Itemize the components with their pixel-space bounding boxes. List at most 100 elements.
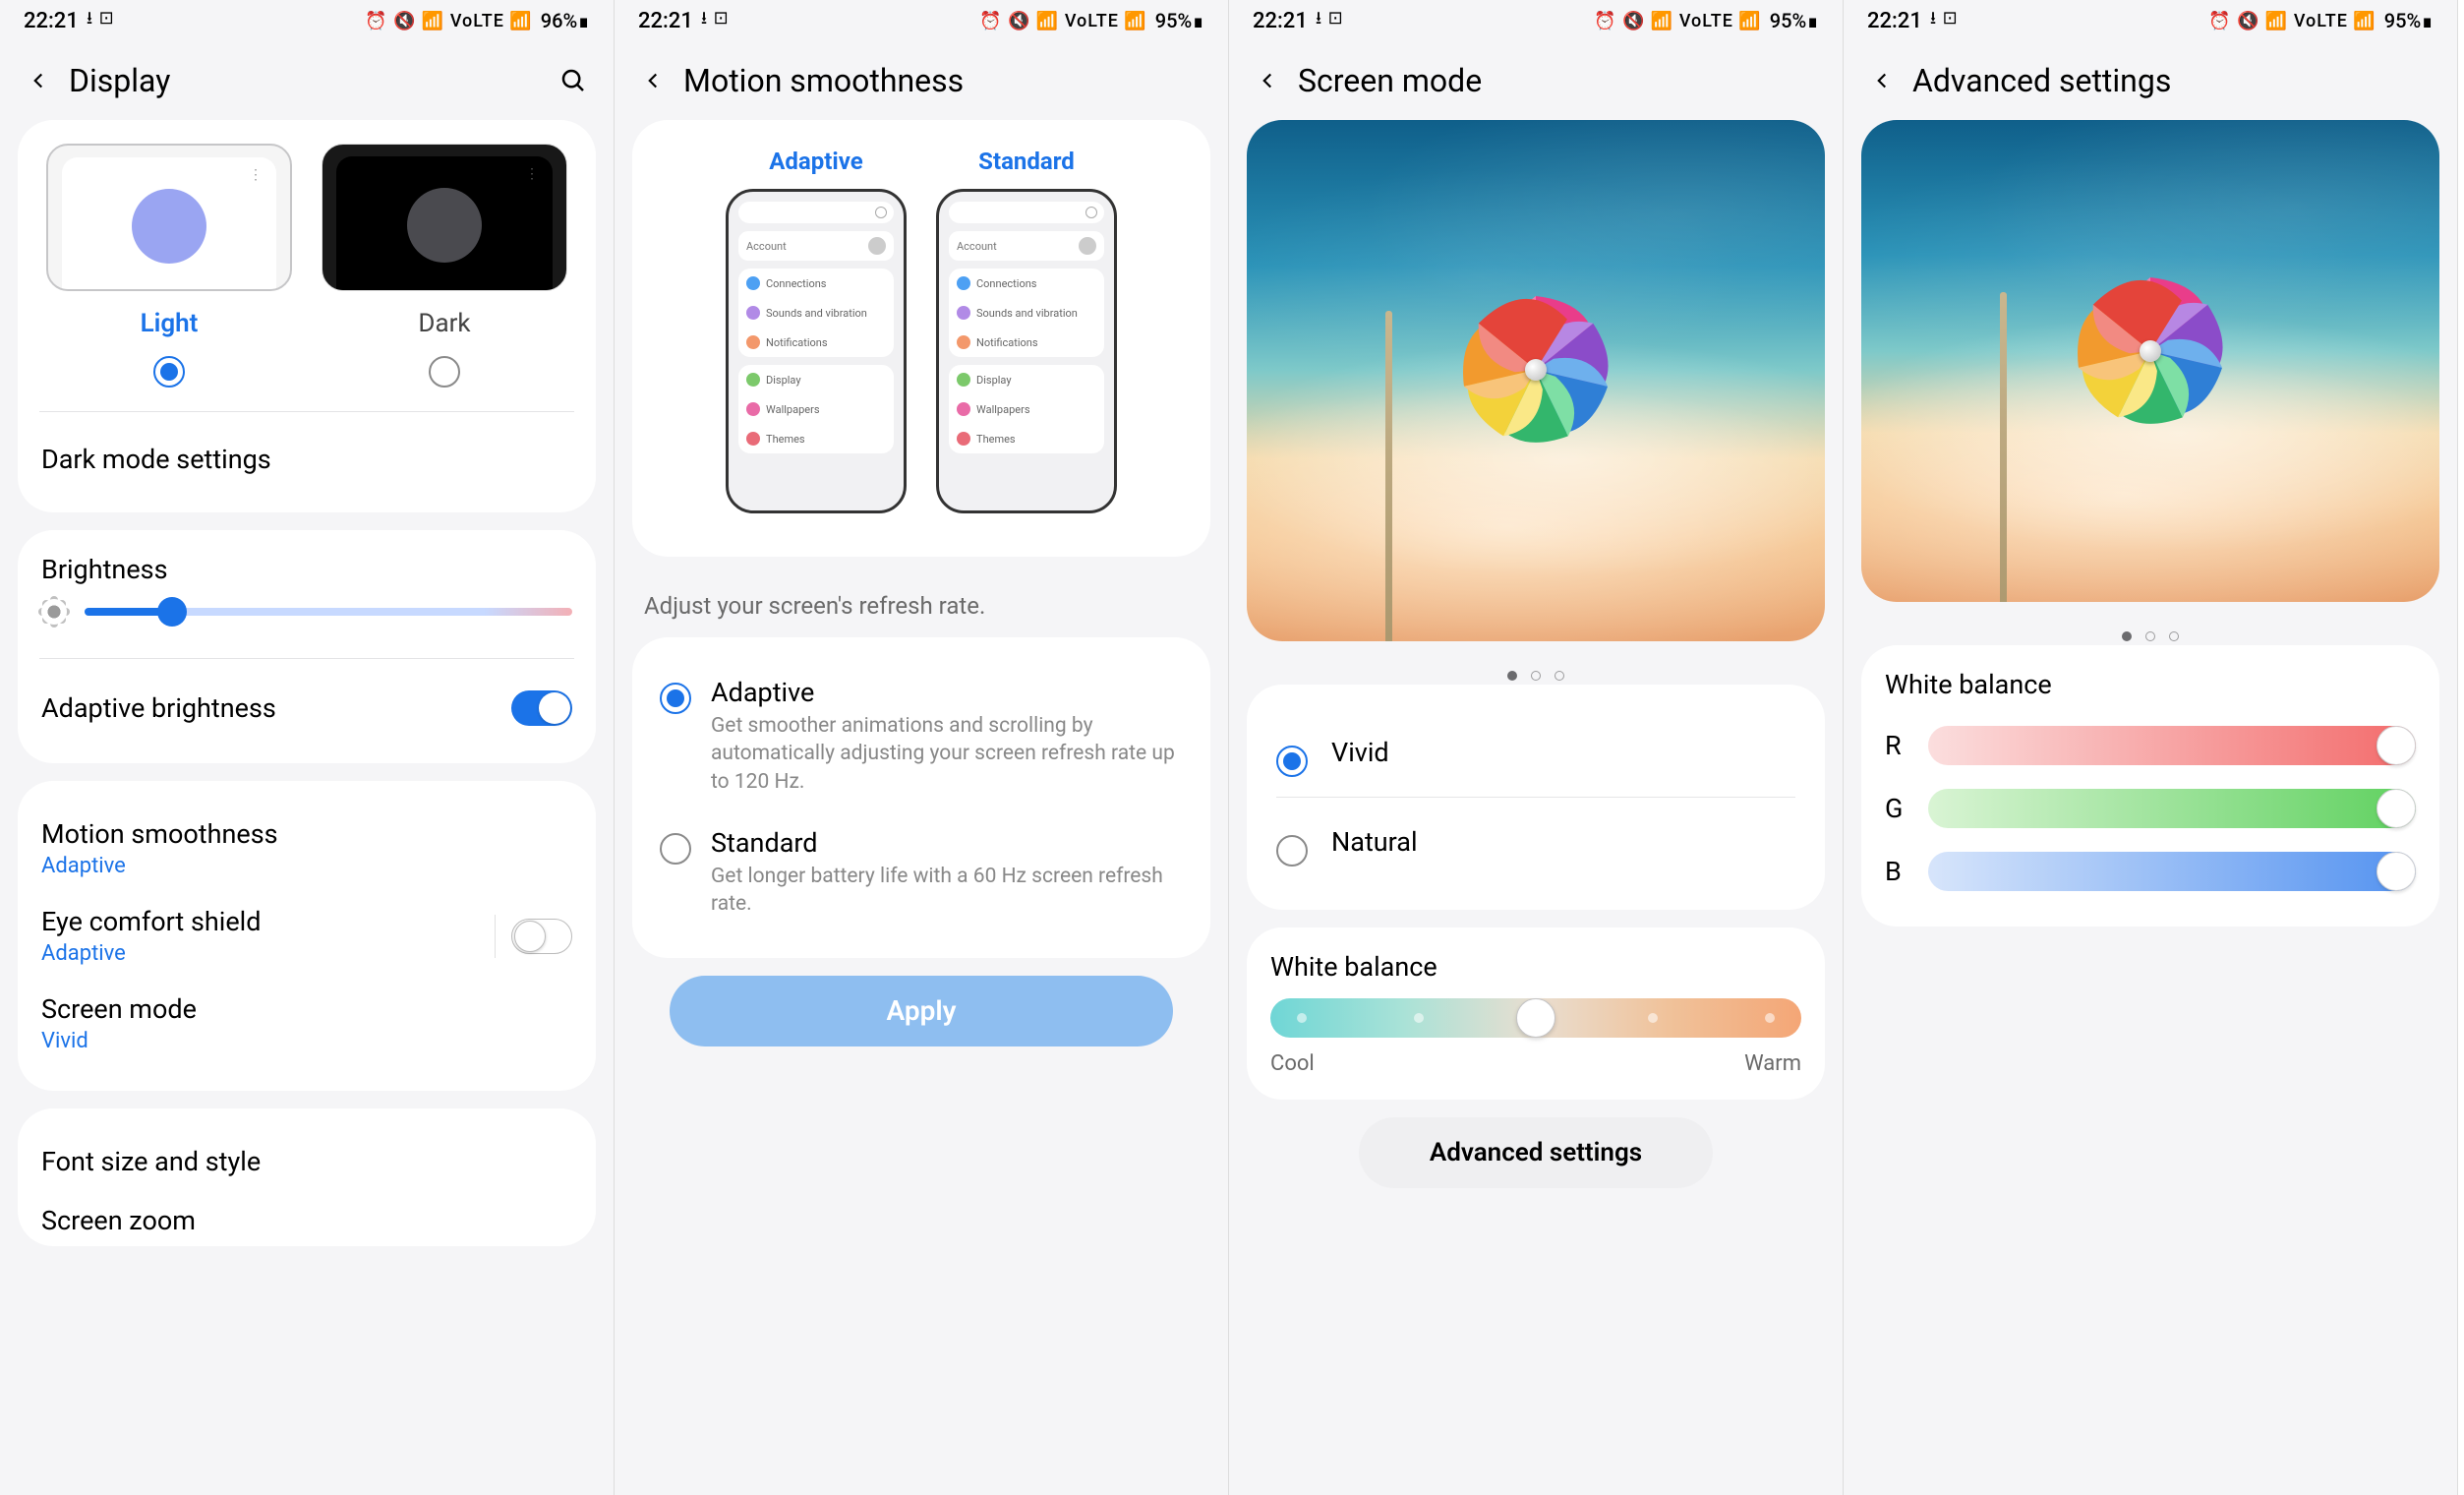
rgb-row-r: R bbox=[1885, 714, 2416, 777]
preview-phone-adaptive: Account Connections Sounds and vibration… bbox=[726, 189, 907, 513]
wb-warm-label: Warm bbox=[1744, 1051, 1801, 1076]
font-size-row[interactable]: Font size and style bbox=[41, 1132, 572, 1191]
status-battery: 95%∎ bbox=[2384, 9, 2434, 32]
slider-green-thumb[interactable] bbox=[2376, 789, 2416, 828]
adaptive-brightness-row[interactable]: Adaptive brightness bbox=[41, 677, 572, 740]
preview-image[interactable] bbox=[1861, 120, 2439, 602]
display-options-card: Motion smoothness Adaptive Eye comfort s… bbox=[18, 781, 596, 1091]
brightness-card: Brightness Adaptive brightness bbox=[18, 530, 596, 763]
screen-mode-row[interactable]: Screen mode Vivid bbox=[41, 980, 572, 1067]
status-left-icons: ⭳ ⊡ bbox=[1316, 6, 1344, 35]
back-icon[interactable] bbox=[24, 66, 53, 95]
option-vivid[interactable]: Vivid bbox=[1270, 708, 1801, 797]
white-balance-thumb[interactable] bbox=[1516, 998, 1555, 1038]
pinwheel-icon bbox=[1388, 222, 1683, 517]
status-bar: 22:21 ⭳ ⊡ ⏰ 🔇 📶 VoLTE 📶 95%∎ bbox=[1844, 0, 2457, 41]
radio-vivid[interactable] bbox=[1276, 746, 1308, 777]
motion-smoothness-row[interactable]: Motion smoothness Adaptive bbox=[41, 805, 572, 892]
brightness-label: Brightness bbox=[41, 554, 572, 585]
theme-label-light: Light bbox=[141, 309, 199, 338]
slider-blue-thumb[interactable] bbox=[2376, 852, 2416, 891]
panel-display: 22:21 ⭳ ⊡ ⏰ 🔇 📶 VoLTE 📶 96%∎ Display ⋮ L… bbox=[0, 0, 615, 1495]
status-left-icons: ⭳ ⊡ bbox=[1930, 6, 1959, 35]
radio-light[interactable] bbox=[153, 356, 185, 388]
status-bar: 22:21 ⭳ ⊡ ⏰ 🔇 📶 VoLTE 📶 95%∎ bbox=[615, 0, 1228, 41]
status-time: 22:21 bbox=[1253, 9, 1308, 33]
status-right-icons: ⏰ 🔇 📶 VoLTE 📶 bbox=[1594, 11, 1762, 31]
status-right-icons: ⏰ 🔇 📶 VoLTE 📶 bbox=[365, 11, 533, 31]
slider-red-thumb[interactable] bbox=[2376, 726, 2416, 765]
status-bar: 22:21 ⭳ ⊡ ⏰ 🔇 📶 VoLTE 📶 96%∎ bbox=[0, 0, 614, 41]
theme-preview-dark: ⋮ bbox=[322, 144, 567, 291]
preview-standard: Standard Account Connections Sounds and … bbox=[936, 148, 1117, 513]
back-icon[interactable] bbox=[1867, 66, 1897, 95]
status-battery: 95%∎ bbox=[1770, 9, 1819, 32]
theme-label-dark: Dark bbox=[418, 309, 470, 338]
theme-option-light[interactable]: ⋮ Light bbox=[41, 144, 296, 388]
rgb-row-g: G bbox=[1885, 777, 2416, 840]
page-title: Screen mode bbox=[1298, 62, 1819, 99]
wb-cool-label: Cool bbox=[1270, 1051, 1315, 1076]
pinwheel-icon bbox=[2003, 204, 2298, 499]
back-icon[interactable] bbox=[638, 66, 668, 95]
back-icon[interactable] bbox=[1253, 66, 1282, 95]
status-battery: 96%∎ bbox=[541, 9, 590, 32]
mode-options-card: Vivid Natural bbox=[1247, 685, 1825, 910]
panel-screen-mode: 22:21 ⭳ ⊡ ⏰ 🔇 📶 VoLTE 📶 95%∎ Screen mode bbox=[1229, 0, 1844, 1495]
option-adaptive[interactable]: Adaptive Get smoother animations and scr… bbox=[656, 661, 1187, 811]
option-standard[interactable]: Standard Get longer battery life with a … bbox=[656, 811, 1187, 934]
preview-phone-standard: Account Connections Sounds and vibration… bbox=[936, 189, 1117, 513]
page-title: Motion smoothness bbox=[683, 62, 1204, 99]
status-battery: 95%∎ bbox=[1155, 9, 1204, 32]
apply-button[interactable]: Apply bbox=[670, 976, 1173, 1046]
status-right-icons: ⏰ 🔇 📶 VoLTE 📶 bbox=[979, 11, 1147, 31]
status-left-icons: ⭳ ⊡ bbox=[701, 6, 730, 35]
advanced-settings-button[interactable]: Advanced settings bbox=[1359, 1117, 1713, 1188]
status-bar: 22:21 ⭳ ⊡ ⏰ 🔇 📶 VoLTE 📶 95%∎ bbox=[1229, 0, 1843, 41]
status-right-icons: ⏰ 🔇 📶 VoLTE 📶 bbox=[2208, 11, 2376, 31]
status-left-icons: ⭳ ⊡ bbox=[87, 6, 115, 35]
carousel-dots[interactable] bbox=[1844, 620, 2457, 645]
panel-motion-smoothness: 22:21 ⭳ ⊡ ⏰ 🔇 📶 VoLTE 📶 95%∎ Motion smoo… bbox=[615, 0, 1229, 1495]
search-icon[interactable] bbox=[557, 64, 590, 97]
status-time: 22:21 bbox=[638, 9, 693, 33]
theme-option-dark[interactable]: ⋮ Dark bbox=[317, 144, 571, 388]
dark-mode-settings-row[interactable]: Dark mode settings bbox=[41, 430, 572, 489]
rgb-row-b: B bbox=[1885, 840, 2416, 903]
slider-red[interactable] bbox=[1928, 726, 2416, 765]
page-title: Display bbox=[69, 62, 541, 99]
status-time: 22:21 bbox=[1867, 9, 1922, 33]
radio-dark[interactable] bbox=[429, 356, 460, 388]
carousel-dots[interactable] bbox=[1229, 659, 1843, 685]
page-title: Advanced settings bbox=[1912, 62, 2434, 99]
header: Motion smoothness bbox=[615, 41, 1228, 120]
radio-natural[interactable] bbox=[1276, 835, 1308, 867]
refresh-preview-card: Adaptive Account Connections Sounds and … bbox=[632, 120, 1210, 557]
eye-comfort-toggle[interactable] bbox=[511, 919, 572, 954]
white-balance-slider[interactable] bbox=[1270, 998, 1801, 1038]
header: Display bbox=[0, 41, 614, 120]
brightness-slider[interactable] bbox=[85, 608, 572, 616]
rgb-balance-card: White balance R G B bbox=[1861, 645, 2439, 927]
brightness-icon bbox=[41, 599, 67, 625]
white-balance-card: White balance Cool Warm bbox=[1247, 927, 1825, 1100]
screen-zoom-row[interactable]: Screen zoom bbox=[41, 1191, 572, 1236]
theme-card: ⋮ Light ⋮ Dark Dark mode settings bbox=[18, 120, 596, 512]
option-natural[interactable]: Natural bbox=[1270, 798, 1801, 886]
slider-blue[interactable] bbox=[1928, 852, 2416, 891]
header: Advanced settings bbox=[1844, 41, 2457, 120]
header: Screen mode bbox=[1229, 41, 1843, 120]
radio-standard[interactable] bbox=[660, 833, 691, 865]
slider-green[interactable] bbox=[1928, 789, 2416, 828]
panel-advanced-settings: 22:21 ⭳ ⊡ ⏰ 🔇 📶 VoLTE 📶 95%∎ Advanced se… bbox=[1844, 0, 2458, 1495]
adaptive-brightness-toggle[interactable] bbox=[511, 690, 572, 726]
refresh-options-card: Adaptive Get smoother animations and scr… bbox=[632, 637, 1210, 958]
preview-adaptive: Adaptive Account Connections Sounds and … bbox=[726, 148, 907, 513]
radio-adaptive[interactable] bbox=[660, 683, 691, 714]
preview-image[interactable] bbox=[1247, 120, 1825, 641]
font-card: Font size and style Screen zoom bbox=[18, 1108, 596, 1246]
brightness-thumb[interactable] bbox=[157, 597, 187, 627]
eye-comfort-row[interactable]: Eye comfort shield Adaptive bbox=[41, 892, 572, 980]
theme-preview-light: ⋮ bbox=[46, 144, 292, 291]
status-time: 22:21 bbox=[24, 9, 79, 33]
